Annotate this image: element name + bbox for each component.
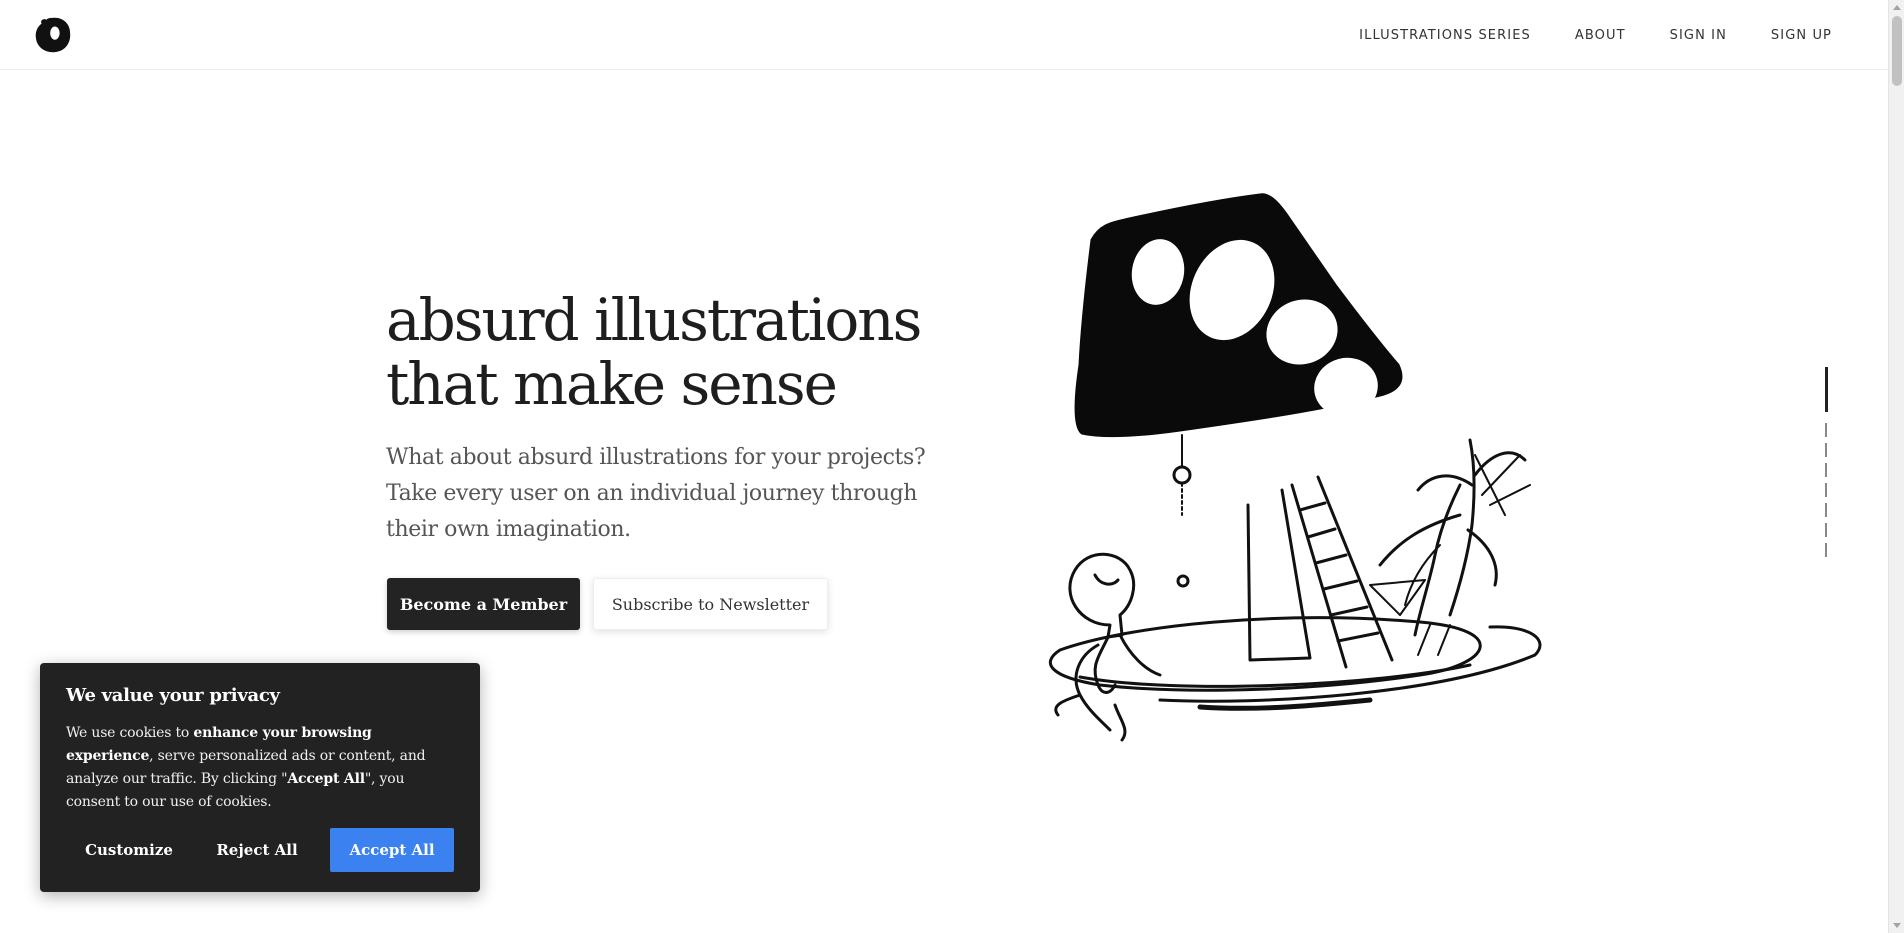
hero-title: absurd illustrations that make sense: [386, 288, 986, 416]
hero-subtitle-line-3: their own imagination.: [386, 517, 631, 542]
mushroom-lamp-illustration: [1048, 193, 1542, 742]
hero-subtitle: What about absurd illustrations for your…: [386, 440, 966, 548]
nav-sign-in[interactable]: SIGN IN: [1670, 28, 1727, 43]
scrollbar-thumb[interactable]: [1892, 16, 1902, 86]
customize-button[interactable]: Customize: [66, 828, 192, 872]
cookie-title: We value your privacy: [66, 685, 280, 706]
pager-dot[interactable]: [1825, 463, 1827, 477]
cookie-actions: Customize Reject All Accept All: [66, 828, 454, 872]
cookie-consent-dialog: We value your privacy We use cookies to …: [40, 663, 480, 892]
site-header: ILLUSTRATIONS SERIES ABOUT SIGN IN SIGN …: [0, 0, 1888, 70]
hero-slider-pager[interactable]: [1825, 367, 1829, 567]
pager-dot[interactable]: [1825, 523, 1827, 537]
nav-illustrations-series[interactable]: ILLUSTRATIONS SERIES: [1359, 28, 1531, 43]
pager-dot[interactable]: [1825, 443, 1827, 457]
main-nav: ILLUSTRATIONS SERIES ABOUT SIGN IN SIGN …: [1359, 0, 1832, 70]
cookie-text-part: We use cookies to: [66, 725, 194, 741]
scroll-down-arrow-icon[interactable]: [1893, 923, 1901, 928]
accept-all-button[interactable]: Accept All: [330, 828, 454, 872]
nav-about[interactable]: ABOUT: [1575, 28, 1626, 43]
pager-active-indicator[interactable]: [1825, 367, 1828, 412]
pager-dot[interactable]: [1825, 423, 1827, 437]
cookie-text: We use cookies to enhance your browsing …: [66, 722, 454, 814]
pager-dot[interactable]: [1825, 543, 1827, 557]
subscribe-newsletter-button[interactable]: Subscribe to Newsletter: [593, 578, 828, 630]
page-scrollbar[interactable]: [1888, 0, 1904, 933]
pager-dot[interactable]: [1825, 483, 1827, 497]
hero-title-line-1: absurd illustrations: [386, 286, 922, 354]
cookie-text-emphasis: Accept All: [287, 771, 365, 787]
nav-sign-up[interactable]: SIGN UP: [1771, 28, 1832, 43]
hero-subtitle-line-2: Take every user on an individual journey…: [386, 481, 918, 506]
hero-title-line-2: that make sense: [386, 350, 838, 418]
hero-subtitle-line-1: What about absurd illustrations for your…: [386, 445, 926, 470]
blob-logo-icon[interactable]: [34, 16, 72, 54]
pager-dot[interactable]: [1825, 503, 1827, 517]
reject-all-button[interactable]: Reject All: [192, 828, 322, 872]
scroll-up-arrow-icon[interactable]: [1893, 5, 1901, 10]
become-member-button[interactable]: Become a Member: [387, 578, 580, 630]
